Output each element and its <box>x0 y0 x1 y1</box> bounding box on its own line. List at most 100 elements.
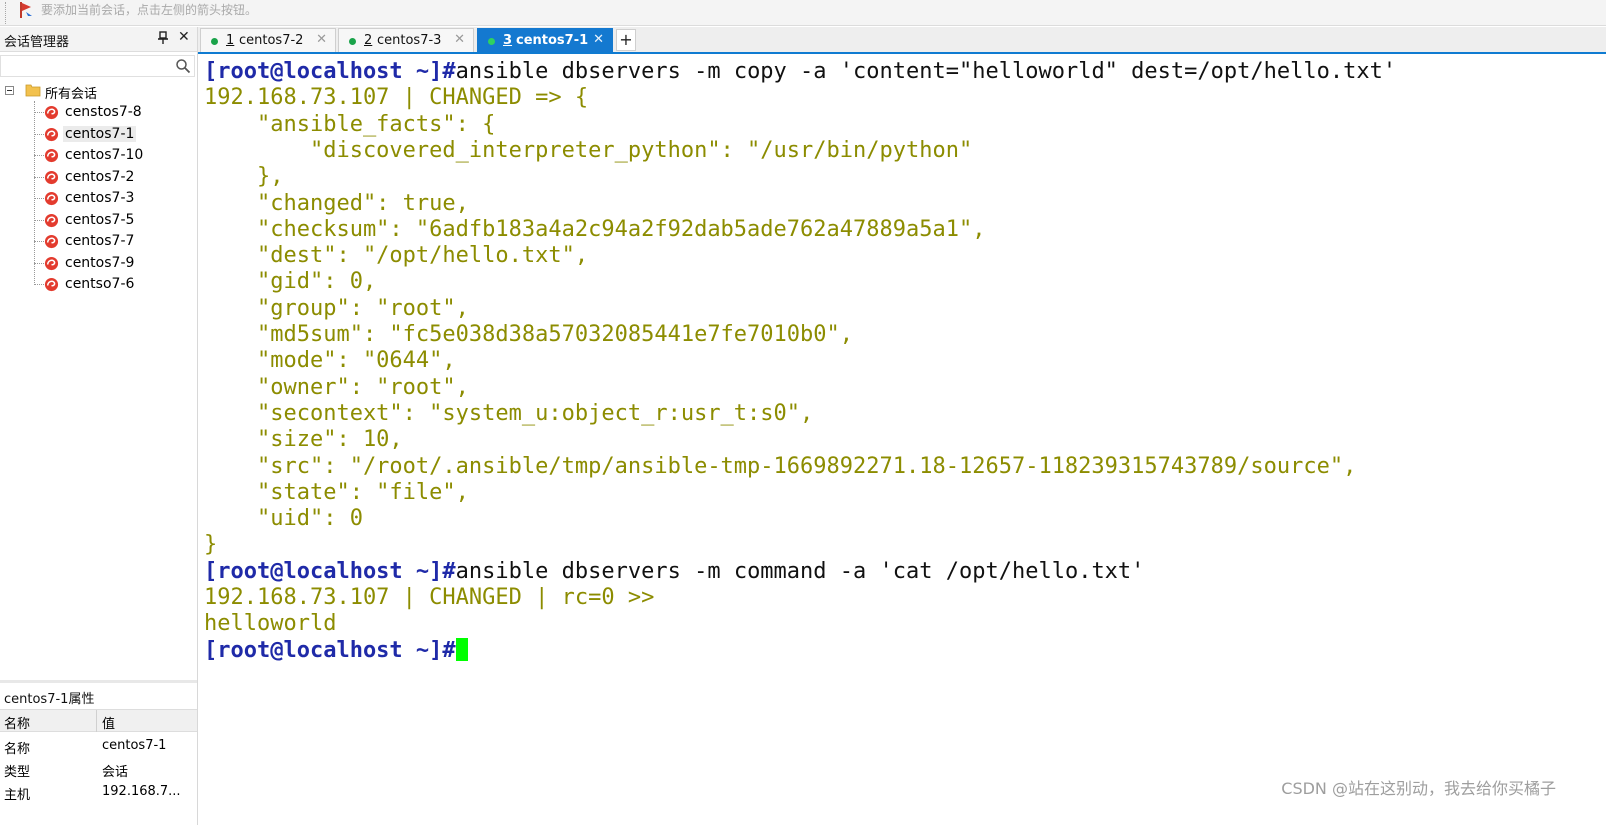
linux-session-icon <box>44 234 59 249</box>
terminal-output-line: "gid": 0, <box>204 269 376 295</box>
terminal-output-line: "md5sum": "fc5e038d38a57032085441e7fe701… <box>204 322 853 348</box>
tab-label: centos7-2 <box>239 33 304 48</box>
terminal-output-line: "size": 10, <box>204 427 403 453</box>
tab-label: centos7-1 <box>516 33 589 48</box>
output-text: "owner": "root", <box>204 374 469 400</box>
tab-number: 3 <box>503 33 513 48</box>
terminal-output-line: "mode": "0644", <box>204 348 456 374</box>
output-text: "md5sum": "fc5e038d38a57032085441e7fe701… <box>204 322 854 347</box>
folder-icon <box>25 84 41 97</box>
session-label: centos7-9 <box>65 254 135 271</box>
session-label: centos7-3 <box>65 190 135 206</box>
tree-connector <box>34 176 44 178</box>
property-key: 名称 <box>4 742 31 757</box>
connected-status-icon <box>349 38 356 45</box>
tree-connector <box>34 241 44 242</box>
column-divider[interactable] <box>96 710 97 732</box>
property-row[interactable]: 类型 会话 <box>0 758 197 781</box>
property-value: 会话 <box>102 765 129 780</box>
terminal-output-line: "changed": true, <box>204 191 469 217</box>
pin-icon[interactable] <box>157 31 169 45</box>
properties-header: 名称 值 <box>0 709 197 732</box>
tab-close-icon[interactable]: ✕ <box>593 32 604 47</box>
shell-prompt: [root@localhost ~]# <box>204 637 456 663</box>
tree-connector <box>34 133 44 135</box>
output-text: "ansible_facts": { <box>204 111 496 137</box>
terminal-output-line: "uid": 0 <box>204 506 363 532</box>
property-value: 192.168.7... <box>102 784 181 799</box>
linux-session-icon <box>44 256 59 270</box>
watermark-text: CSDN @站在这别动，我去给你买橘子 <box>1281 779 1556 798</box>
linux-session-icon <box>44 213 59 227</box>
session-label: centos7-10 <box>65 147 144 163</box>
tab-centos7-1[interactable]: 3 centos7-1 ✕ <box>477 28 613 52</box>
output-text: "dest": "/opt/hello.txt", <box>204 243 589 269</box>
terminal-output-line: "checksum": "6adfb183a4a2c94a2f92dab5ade… <box>204 217 986 243</box>
tree-guide-line <box>34 101 35 283</box>
tab-centos7-3[interactable]: 2 centos7-3 ✕ <box>338 28 474 52</box>
add-session-arrow-icon[interactable] <box>17 1 35 19</box>
linux-session-icon <box>44 148 59 163</box>
tab-number: 1 <box>226 33 235 48</box>
terminal-command-line: [root@localhost ~]#ansible dbservers -m … <box>204 559 1144 585</box>
property-key: 主机 <box>4 788 31 803</box>
terminal-output-line: "state": "file", <box>204 480 469 506</box>
linux-session-icon <box>44 191 59 206</box>
shell-prompt: [root@localhost ~]# <box>204 59 456 84</box>
tab-centos7-2[interactable]: 1 centos7-2 ✕ <box>200 28 336 52</box>
output-text: "mode": "0644", <box>204 348 456 374</box>
tree-connector <box>34 198 44 199</box>
tree-connector <box>34 219 44 221</box>
tab-label: centos7-3 <box>377 33 442 48</box>
tree-connector <box>34 112 44 113</box>
terminal-output-line: "secontext": "system_u:object_r:usr_t:s0… <box>204 401 813 427</box>
terminal-cursor <box>455 637 468 661</box>
output-text: helloworld <box>204 611 337 637</box>
linux-session-icon <box>44 105 59 120</box>
output-text: "gid": 0, <box>204 269 377 295</box>
search-icon[interactable] <box>175 58 191 74</box>
tab-close-icon[interactable]: ✕ <box>316 32 327 47</box>
session-search-input[interactable] <box>0 55 195 77</box>
terminal-output-line: 192.168.73.107 | CHANGED | rc=0 >> <box>204 585 654 611</box>
property-row[interactable]: 主机 192.168.7... <box>0 781 197 804</box>
session-label: centos7-1 <box>63 125 137 142</box>
terminal-area[interactable]: [root@localhost ~]#ansible dbservers -m … <box>199 54 1606 825</box>
terminal-output-line: helloworld <box>204 611 336 637</box>
session-label: centos7-7 <box>65 233 135 249</box>
toolbar-grip[interactable] <box>5 2 8 24</box>
session-label: centso7-6 <box>65 276 135 292</box>
output-text: 192.168.73.107 | CHANGED => { <box>204 85 589 111</box>
output-text: "uid": 0 <box>204 506 363 532</box>
shell-prompt: [root@localhost ~]# <box>204 558 456 584</box>
linux-session-icon <box>44 170 59 184</box>
output-text: 192.168.73.107 | CHANGED | rc=0 >> <box>204 585 655 610</box>
terminal-output-line: "dest": "/opt/hello.txt", <box>204 243 588 269</box>
command-text: ansible dbservers -m copy -a 'content="h… <box>455 59 1397 84</box>
property-row[interactable]: 名称 centos7-1 <box>0 735 197 758</box>
close-icon[interactable]: ✕ <box>178 29 190 45</box>
collapse-toggle-icon[interactable] <box>5 86 14 95</box>
terminal-output-line: }, <box>204 164 284 190</box>
column-header-value[interactable]: 值 <box>102 713 115 732</box>
session-label: centos7-2 <box>65 168 135 185</box>
terminal-command-line: [root@localhost ~]#ansible dbservers -m … <box>204 59 1396 85</box>
output-text: "secontext": "system_u:object_r:usr_t:s0… <box>204 400 814 426</box>
terminal-command-line: [root@localhost ~]# <box>204 637 468 664</box>
session-tab-bar: 1 centos7-2 ✕ 2 centos7-3 ✕ 3 centos7-1 … <box>198 27 1606 54</box>
tree-root-label: 所有会话 <box>45 87 98 102</box>
command-text: ansible dbservers -m command -a 'cat /op… <box>455 558 1145 584</box>
tab-close-icon[interactable]: ✕ <box>454 32 465 47</box>
output-text: "discovered_interpreter_python": "/usr/b… <box>204 137 973 163</box>
session-manager-panel: 会话管理器 ✕ 所有会话 censtos7-8 centos7-1 centos7-… <box>0 27 198 825</box>
session-manager-header: 会话管理器 ✕ <box>0 27 197 52</box>
session-manager-title: 会话管理器 <box>4 35 70 50</box>
session-label: centos7-5 <box>65 211 135 228</box>
tab-number: 2 <box>364 33 373 48</box>
hint-bar: 要添加当前会话，点击左侧的箭头按钮。 <box>0 0 1606 26</box>
column-header-name[interactable]: 名称 <box>4 713 30 732</box>
terminal-output-line: "discovered_interpreter_python": "/usr/b… <box>204 138 972 164</box>
terminal-output-line: "owner": "root", <box>204 375 469 401</box>
new-tab-button[interactable]: + <box>616 29 636 51</box>
panel-splitter[interactable] <box>0 680 197 683</box>
